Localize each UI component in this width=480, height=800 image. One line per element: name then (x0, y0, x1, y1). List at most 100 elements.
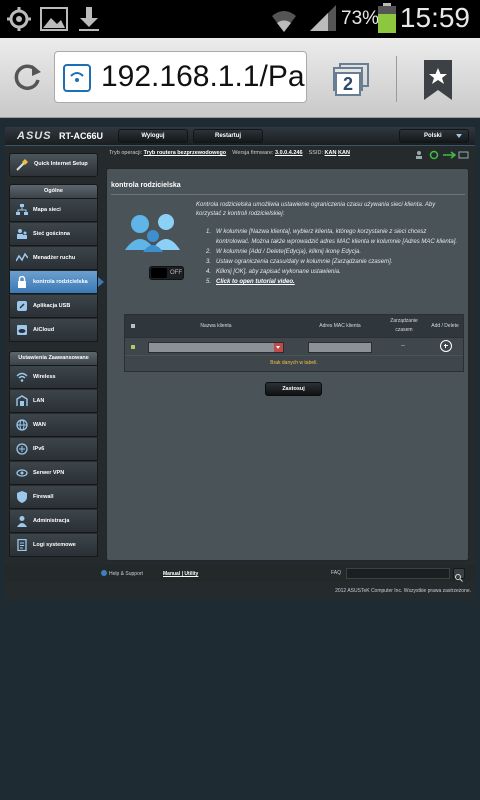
usb-device-icon (458, 151, 469, 159)
sidebar-item-label: Wireless (33, 374, 56, 380)
sidebar-item-aicloud[interactable]: AiCloud (9, 319, 98, 342)
ssid-label: SSID: (308, 150, 324, 156)
step-item: 2. W kolumnie [Add / Delete(Edycja), klik… (206, 249, 362, 255)
apply-button[interactable]: Zastosuj (265, 382, 322, 396)
help-icon (101, 570, 107, 576)
toggle-state: OFF (170, 270, 182, 276)
battery-icon (378, 3, 396, 33)
browser-toolbar: 192.168.1.1/Pare 2 (0, 38, 480, 118)
url-bar[interactable]: 192.168.1.1/Pare (54, 51, 307, 103)
help-support-label: Help & Support (109, 571, 143, 577)
table-header: Nazwa klienta Adres MAC klienta Zarządza… (125, 315, 463, 337)
col-time-management: Zarządzanie czasem (390, 318, 418, 333)
manual-link[interactable]: Manual (163, 571, 180, 577)
guest-network-icon (17, 229, 27, 239)
traffic-manager-icon (16, 252, 28, 262)
mode-link[interactable]: Tryb routera bezprzewodowego (144, 150, 227, 156)
sidebar-item-label: AiCloud (33, 327, 55, 333)
sidebar-item-traffic-manager[interactable]: Menadżer ruchu (9, 247, 98, 270)
intro-text: Kontrola rodzicielska umożliwia ustawien… (196, 202, 436, 217)
sidebar-item-label: LAN (33, 398, 45, 404)
chevron-down-icon[interactable] (274, 343, 283, 352)
empty-table-message: Brak danych w tabeli. (125, 356, 463, 371)
usb-icon (17, 301, 27, 311)
link-divider: | (181, 571, 184, 577)
logout-button[interactable]: Wyloguj (118, 129, 188, 143)
tab-count[interactable]: 2 (335, 72, 361, 96)
sidebar-item-label: Firewall (33, 494, 54, 500)
sidebar-item-wireless[interactable]: Wireless (9, 366, 98, 389)
tutorial-video-link[interactable]: 5. Click to open tutorial video. (206, 277, 460, 287)
wan-icon (16, 419, 28, 431)
router-footer: Help & Support Manual | Utility FAQ (5, 565, 475, 582)
col-add-delete: Add / Delete (431, 323, 459, 329)
sidebar-item-administration[interactable]: Administracja (9, 510, 98, 533)
lan-icon (16, 395, 28, 406)
select-all-checkbox[interactable] (131, 324, 135, 328)
battery-percent: 73% (341, 8, 380, 29)
row-checkbox[interactable] (131, 345, 135, 349)
toggle-knob (151, 268, 167, 278)
cloud-icon (17, 325, 27, 335)
clock: 15:59 (399, 2, 470, 33)
parental-lock-icon (18, 276, 26, 288)
utility-link[interactable]: Utility (184, 571, 198, 577)
client-name-select[interactable] (148, 342, 284, 353)
sidebar-item-label: Serwer VPN (33, 470, 65, 476)
sidebar-item-label: Aplikacja USB (33, 303, 71, 309)
firmware-label: Wersja firmware: (232, 150, 274, 156)
sidebar-item-label: Administracja (33, 518, 70, 524)
wifi-icon (272, 11, 296, 32)
sidebar-item-guest-network[interactable]: Sieć gościnna (9, 223, 98, 246)
users-icon (416, 151, 422, 159)
col-mac-address: Adres MAC klienta (319, 323, 361, 329)
router-header: ASUS RT-AC66U Wyloguj Restartuj Polski (5, 127, 475, 146)
sidebar-item-network-map[interactable]: Mapa sieci (9, 199, 98, 222)
step-item: 3. Ustaw ograniczenia czasu/daty w kolumn… (206, 259, 393, 265)
firewall-icon (17, 491, 27, 503)
url-text: 192.168.1.1/Pare (101, 60, 306, 93)
sidebar-general-heading: Ogólne (9, 184, 98, 199)
quick-internet-setup-button[interactable]: Quick Internet Setup (9, 153, 98, 177)
admin-icon (17, 516, 27, 527)
active-item-pointer (98, 277, 104, 287)
step-item: 4. Kliknij [OK], aby zapisać wykonane ust… (206, 269, 341, 275)
sidebar-item-usb-application[interactable]: Aplikacja USB (9, 295, 98, 318)
ssid-5-link[interactable]: KAN (338, 150, 350, 156)
reload-icon[interactable] (10, 60, 44, 94)
wireless-icon (16, 372, 28, 382)
firmware-link[interactable]: 3.0.0.4.246 (275, 150, 303, 156)
search-button[interactable] (453, 568, 465, 582)
language-select[interactable]: Polski (399, 129, 469, 143)
sidebar-item-label: Mapa sieci (33, 207, 61, 213)
ipv6-icon (16, 443, 28, 455)
sidebar-item-firewall[interactable]: Firewall (9, 486, 98, 509)
sidebar-advanced-heading: Ustawienia Zaawansowane (9, 351, 98, 366)
router-page: ASUS RT-AC66U Wyloguj Restartuj Polski T… (5, 127, 475, 600)
add-icon[interactable] (440, 340, 452, 352)
search-icon (455, 574, 463, 582)
mac-address-input[interactable] (308, 342, 372, 353)
usb-status-icon (443, 151, 457, 159)
sidebar-item-label: IPv6 (33, 446, 45, 452)
sidebar-item-system-log[interactable]: Logi systemowe (9, 534, 98, 557)
sidebar-item-vpn-server[interactable]: Serwer VPN (9, 462, 98, 485)
vpn-icon (16, 469, 28, 477)
bookmark-icon[interactable] (424, 60, 452, 100)
sidebar-item-parental-control[interactable]: kontrola rodzicielska (9, 271, 98, 294)
mode-label: Tryb operacji: (109, 150, 143, 156)
parental-control-toggle[interactable]: OFF (149, 266, 184, 280)
sidebar-item-lan[interactable]: LAN (9, 390, 98, 413)
table-row: -- (125, 337, 463, 355)
sidebar-item-wan[interactable]: WAN (9, 414, 98, 437)
router-status-line: Tryb operacji: Tryb routera bezprzewodow… (109, 150, 350, 156)
ssid-24-link[interactable]: KAN (325, 150, 337, 156)
model-name: RT-AC66U (59, 131, 104, 141)
restart-button[interactable]: Restartuj (193, 129, 263, 143)
sidebar-item-label: Sieć gościnna (33, 231, 70, 237)
client-rules-table: Nazwa klienta Adres MAC klienta Zarządza… (124, 314, 464, 372)
download-icon (79, 7, 99, 31)
toolbar-divider (396, 56, 397, 102)
sidebar-item-ipv6[interactable]: IPv6 (9, 438, 98, 461)
faq-search-input[interactable] (346, 568, 450, 579)
